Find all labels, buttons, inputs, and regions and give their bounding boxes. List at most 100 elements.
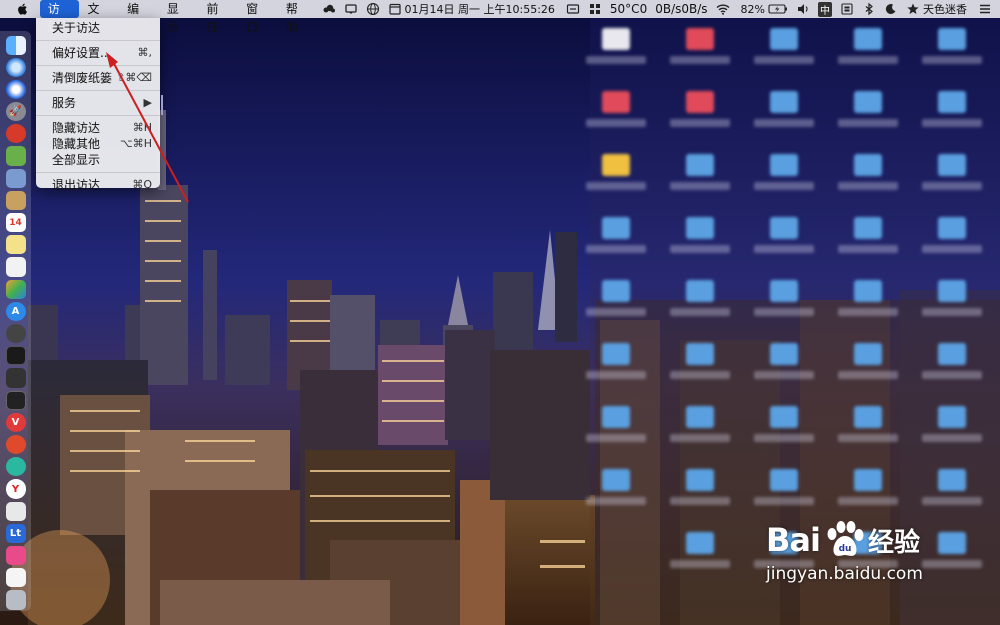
- folder-pink-icon[interactable]: [5, 545, 26, 566]
- menu-item-empty-trash[interactable]: 清倒废纸篓 ⇧⌘⌫: [36, 70, 160, 86]
- activity-icon[interactable]: [5, 346, 26, 366]
- vivaldi-icon[interactable]: V: [5, 412, 26, 433]
- desktop-item[interactable]: [754, 28, 814, 64]
- display-icon[interactable]: [562, 0, 584, 18]
- menu-item-preferences[interactable]: 偏好设置... ⌘,: [36, 45, 160, 61]
- desktop-item[interactable]: [670, 217, 730, 253]
- desktop-item[interactable]: [922, 154, 982, 190]
- apple-icon[interactable]: [16, 2, 30, 16]
- volume-icon[interactable]: [792, 0, 814, 18]
- finder-icon[interactable]: [5, 35, 26, 55]
- menu-window[interactable]: 窗口: [238, 0, 278, 34]
- compass-icon[interactable]: [5, 79, 26, 100]
- desktop-item[interactable]: [670, 469, 730, 505]
- desktop-item[interactable]: [838, 343, 898, 379]
- desktop-item[interactable]: [670, 280, 730, 316]
- desktop-item[interactable]: [838, 154, 898, 190]
- yandex-icon[interactable]: Y: [5, 479, 26, 499]
- terminal-icon[interactable]: [5, 390, 26, 410]
- desktop-item[interactable]: [586, 343, 646, 379]
- calendar-red-icon[interactable]: [5, 124, 26, 144]
- notes-icon[interactable]: [5, 235, 26, 255]
- clock-widget[interactable]: 01月14日 周一 上午10:55:26: [384, 0, 562, 18]
- network-speed[interactable]: 0B/s 0B/s: [651, 0, 711, 18]
- desktop-item[interactable]: [922, 91, 982, 127]
- desktop-item[interactable]: [922, 217, 982, 253]
- menu-item-about[interactable]: 关于访达: [36, 20, 160, 36]
- preview-icon[interactable]: [5, 168, 26, 188]
- desktop-item[interactable]: [838, 280, 898, 316]
- desktop-item[interactable]: [754, 469, 814, 505]
- desktop-item[interactable]: [670, 28, 730, 64]
- menu-item-show-all[interactable]: 全部显示: [36, 152, 160, 168]
- menu-view[interactable]: 显示: [159, 0, 199, 34]
- lt-icon[interactable]: Lt: [5, 523, 26, 543]
- menu-grid-icon[interactable]: [836, 0, 858, 18]
- desktop-item[interactable]: [922, 343, 982, 379]
- terminal-dark-icon[interactable]: [5, 368, 26, 388]
- safari-icon[interactable]: [5, 57, 26, 77]
- desktop-item[interactable]: [670, 343, 730, 379]
- menu-item-services[interactable]: 服务 ▶: [36, 95, 160, 111]
- wechat-icon[interactable]: [5, 457, 26, 477]
- desktop-item[interactable]: [754, 154, 814, 190]
- desktop-item[interactable]: [838, 217, 898, 253]
- desktop-item[interactable]: [838, 28, 898, 64]
- desktop-item[interactable]: [670, 406, 730, 442]
- calendar-icon[interactable]: 14: [5, 213, 26, 233]
- desktop-item[interactable]: [754, 343, 814, 379]
- menu-finder[interactable]: 访达: [39, 0, 80, 34]
- menu-item-quit[interactable]: 退出访达 ⌘Q: [36, 177, 160, 193]
- temperature-readout[interactable]: 50°C 0: [606, 0, 651, 18]
- desktop-item[interactable]: [838, 406, 898, 442]
- globe-icon[interactable]: [362, 0, 384, 18]
- desktop-item[interactable]: [754, 280, 814, 316]
- desktop-item[interactable]: [922, 28, 982, 64]
- desktop-item[interactable]: [838, 91, 898, 127]
- desktop-item[interactable]: [670, 154, 730, 190]
- menu-help[interactable]: 帮助: [278, 0, 318, 34]
- photos-icon[interactable]: [5, 279, 26, 299]
- appstore-icon[interactable]: A: [5, 301, 26, 321]
- bluetooth-icon[interactable]: [858, 0, 880, 18]
- menu-item-hide-others[interactable]: 隐藏其他 ⌥⌘H: [36, 136, 160, 152]
- desktop-item[interactable]: [922, 280, 982, 316]
- editor-icon[interactable]: [5, 501, 26, 521]
- desktop-item[interactable]: [586, 280, 646, 316]
- desktop-item[interactable]: [586, 28, 646, 64]
- package-icon[interactable]: [5, 190, 26, 210]
- desktop-item[interactable]: [922, 406, 982, 442]
- desktop-item[interactable]: [670, 91, 730, 127]
- desktop-item[interactable]: [586, 91, 646, 127]
- desktop-item[interactable]: [922, 469, 982, 505]
- battery-status[interactable]: 82%: [734, 0, 792, 18]
- menu-go[interactable]: 前往: [198, 0, 238, 34]
- moon-icon[interactable]: [880, 0, 902, 18]
- desktop-item[interactable]: [754, 91, 814, 127]
- cloud-sync-icon[interactable]: [318, 0, 340, 18]
- chrome-like-icon[interactable]: [5, 323, 26, 344]
- launchpad-icon[interactable]: 🚀: [5, 102, 26, 122]
- control-list-icon[interactable]: [974, 0, 1000, 18]
- menu-file[interactable]: 文件: [79, 0, 119, 34]
- desktop-item[interactable]: [838, 469, 898, 505]
- wifi-icon[interactable]: [712, 0, 734, 18]
- trash-icon[interactable]: [5, 590, 26, 610]
- desktop-item[interactable]: [586, 217, 646, 253]
- desktop-item[interactable]: [586, 154, 646, 190]
- menu-item-hide-finder[interactable]: 隐藏访达 ⌘H: [36, 120, 160, 136]
- document-icon[interactable]: [5, 568, 26, 588]
- desktop-item[interactable]: [586, 406, 646, 442]
- app-grid-icon[interactable]: [584, 0, 606, 18]
- menu-edit[interactable]: 编辑: [119, 0, 159, 34]
- user-account[interactable]: 天色迷香: [902, 0, 974, 18]
- desktop-item[interactable]: [586, 469, 646, 505]
- weibo-icon[interactable]: [5, 435, 26, 455]
- notification-icon[interactable]: [340, 0, 362, 18]
- android-icon[interactable]: [5, 146, 26, 166]
- input-method[interactable]: 中: [814, 0, 836, 18]
- textedit-icon[interactable]: [5, 257, 26, 277]
- desktop-item[interactable]: [754, 217, 814, 253]
- desktop-item[interactable]: [754, 406, 814, 442]
- desktop-item[interactable]: [670, 532, 730, 568]
